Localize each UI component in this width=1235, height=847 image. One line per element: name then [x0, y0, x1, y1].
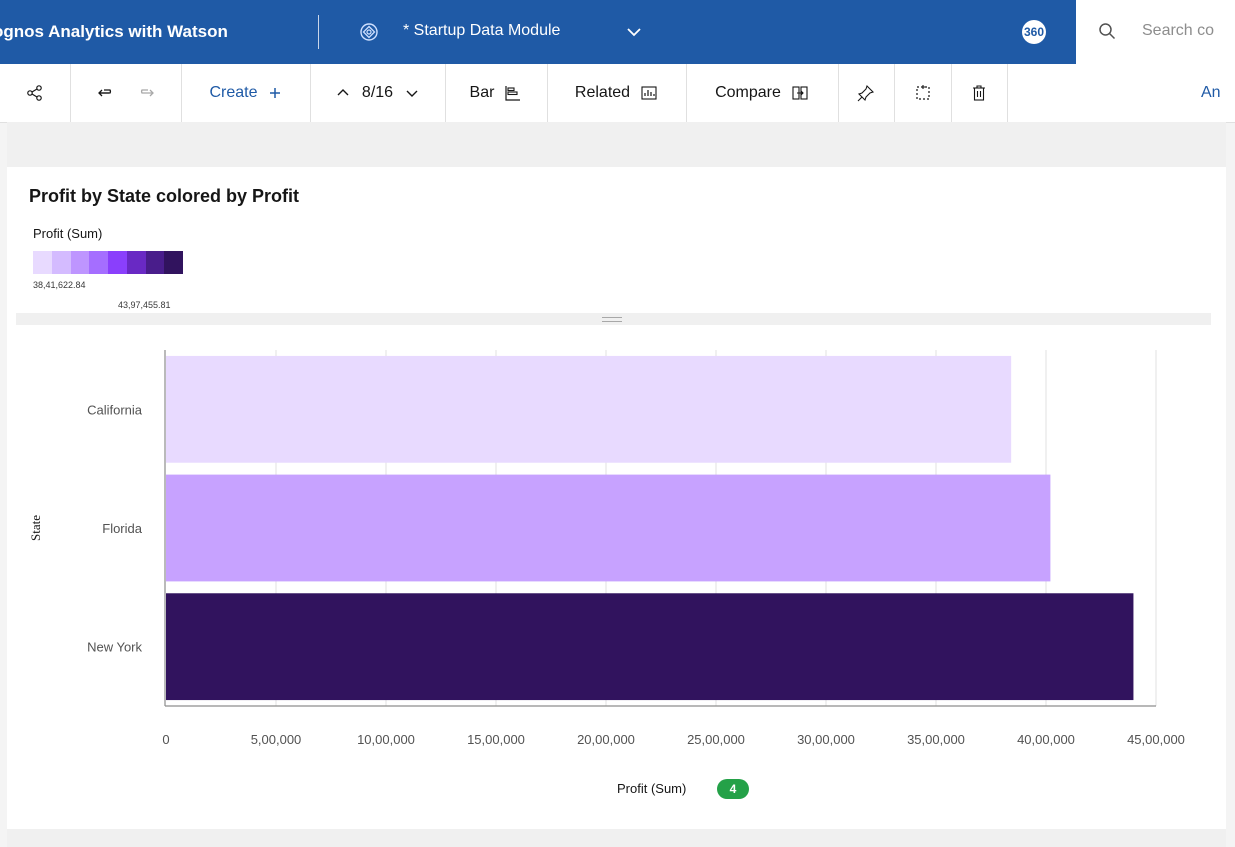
x-tick-label: 10,00,000: [357, 732, 415, 747]
x-tick-label: 45,00,000: [1127, 732, 1185, 747]
y-category-label: Florida: [102, 521, 143, 536]
x-axis-title[interactable]: Profit (Sum): [617, 781, 686, 796]
bar-chart: 0 5,00,000 10,00,000 15,00,000 20,00,000 25,0…: [28, 350, 1185, 747]
x-tick-label: 0: [162, 732, 169, 747]
bar[interactable]: [166, 355, 1012, 463]
bar[interactable]: [166, 593, 1134, 701]
x-tick-label: 5,00,000: [251, 732, 302, 747]
x-tick-label: 20,00,000: [577, 732, 635, 747]
x-tick-label: 40,00,000: [1017, 732, 1075, 747]
x-tick-label: 15,00,000: [467, 732, 525, 747]
count-badge: 4: [717, 779, 749, 799]
x-tick-label: 35,00,000: [907, 732, 965, 747]
y-category-label: New York: [87, 640, 142, 655]
x-tick-label: 30,00,000: [797, 732, 855, 747]
canvas-bottom: [7, 829, 1226, 847]
bar[interactable]: [166, 474, 1051, 582]
y-category-label: California: [87, 402, 143, 417]
y-axis-title: State: [28, 515, 43, 541]
x-tick-label: 25,00,000: [687, 732, 745, 747]
